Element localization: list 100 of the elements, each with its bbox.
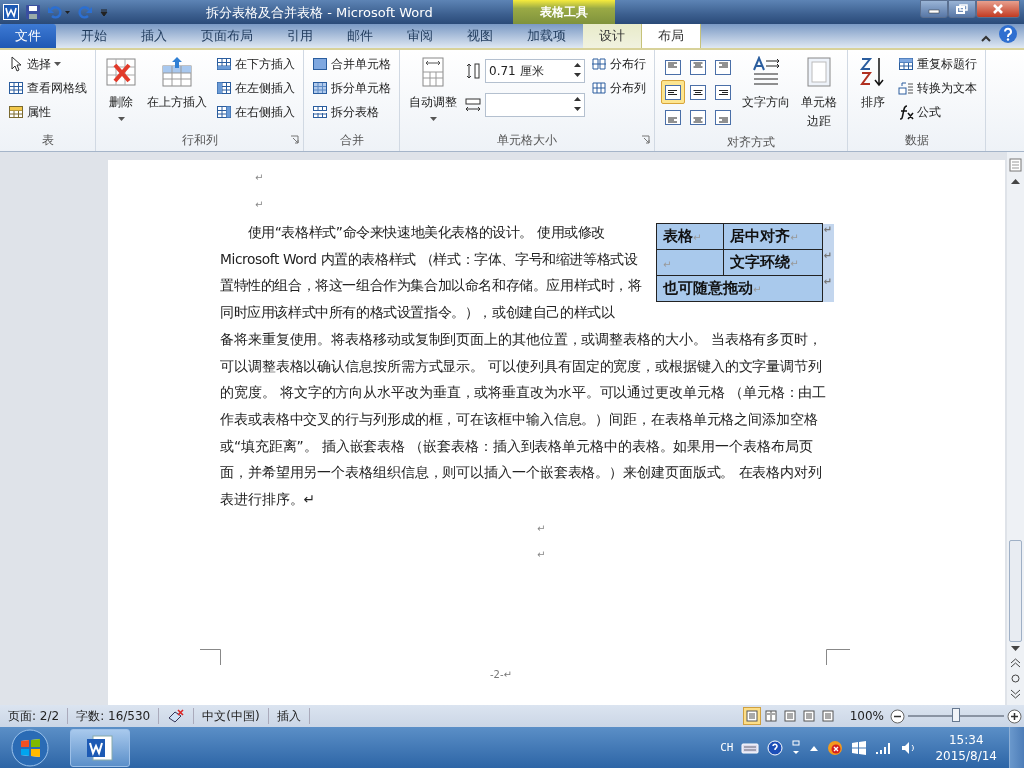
paragraph-mark: ↵ (537, 547, 546, 562)
view-button[interactable] (742, 707, 761, 725)
windows-flag-icon[interactable] (851, 739, 868, 756)
ribbon-tab[interactable]: 加载项 (510, 24, 583, 48)
previous-page-icon[interactable] (1011, 658, 1020, 668)
ribbon-tab[interactable]: 开始 (64, 24, 124, 48)
ribbon-button[interactable]: 转换为文本 (896, 77, 980, 99)
ribbon-button[interactable]: 拆分单元格 (310, 77, 393, 99)
collapse-ribbon-icon[interactable] (980, 34, 992, 44)
button-label: 拆分单元格 (331, 79, 391, 97)
close-button[interactable] (976, 0, 1020, 18)
ribbon-button[interactable]: 重复标题行 (896, 53, 980, 75)
ribbon-large-button[interactable]: 删除 (102, 53, 140, 129)
spin-arrows-icon[interactable] (574, 95, 581, 112)
ribbon-button[interactable]: 分布行 (589, 53, 648, 75)
restore-button[interactable] (948, 0, 976, 18)
ribbon-button[interactable]: 选择 (6, 53, 89, 75)
ribbon-large-button[interactable]: 自动调整 (406, 53, 460, 129)
spin-field[interactable]: 0.71 厘米 (485, 59, 585, 83)
grid-icon (8, 80, 24, 96)
body-paragraph: 备将来重复使用。将表格移动或复制到页面上的其他位置，或调整表格的大小。 当表格有多页时，可以调整表格以确认信息按所需方式显示。 可以使列具有固定的宽度，或根据键入的文字量调节列的宽度。 将文字的方向从水平改为垂直，或将垂直改为水平。可以通过更改单元格 （单元格：由工作表或表格中交叉的行与列形成的框，可在该框中输入信息。）间距，在表格单元格之间添加空格或“填充距离”。 插入嵌套表格 （嵌套表格：插入到表格单元格中的表格。如果用一个表格布局页面，并希望用另一个表格组织信息，则可以插入一个嵌套表格。）来创建页面版式。 在表格内对列表进行排序。↵ (220, 329, 828, 510)
save-icon[interactable] (25, 4, 41, 20)
dialog-launcher-icon[interactable] (641, 135, 650, 144)
ribbon-tab[interactable]: 视图 (450, 24, 510, 48)
group-label: 行和列 (181, 131, 218, 149)
window-title: 拆分表格及合并表格 - Microsoft Word (206, 4, 433, 22)
vertical-scrollbar[interactable] (1007, 152, 1024, 705)
ribbon-button[interactable]: 分布列 (589, 77, 648, 99)
button-label: 在下方插入 (235, 55, 295, 73)
ribbon-button[interactable]: 公式 (896, 101, 980, 123)
text-direction-icon (750, 56, 782, 88)
input-language[interactable]: CH (720, 741, 734, 754)
button-label: 拆分表格 (331, 103, 379, 121)
spin-field[interactable] (485, 93, 585, 117)
ruler-toggle-icon[interactable] (1009, 158, 1022, 172)
button-label: 分布行 (610, 55, 646, 73)
button-label: 查看网格线 (27, 79, 87, 97)
table-cell: ↵ (656, 249, 724, 276)
ribbon-button[interactable]: 合并单元格 (310, 53, 393, 75)
ribbon-button[interactable]: 查看网格线 (6, 77, 89, 99)
ribbon-tab[interactable]: 页面布局 (184, 24, 270, 48)
browse-object-icon[interactable] (1011, 674, 1020, 683)
table-cell: 文字环绕↵ (723, 249, 823, 276)
zoom-out-icon[interactable] (890, 708, 905, 724)
restore-icon (956, 4, 968, 14)
security-alert-icon[interactable] (827, 739, 844, 756)
undo-icon[interactable] (47, 4, 71, 20)
cursor-icon (8, 56, 24, 72)
minimize-button[interactable] (920, 0, 948, 18)
help-icon[interactable] (767, 739, 784, 756)
ribbon-tab[interactable]: 设计 (583, 24, 641, 48)
zoom-in-icon[interactable] (1007, 708, 1022, 724)
keyboard-icon[interactable] (741, 740, 760, 755)
column-right-icon (216, 104, 232, 120)
dialog-launcher-icon[interactable] (290, 135, 299, 144)
zoom-slider-thumb[interactable] (952, 708, 960, 722)
page-count[interactable]: 页面: 2/2 (0, 708, 69, 724)
file-tab[interactable]: 文件 (0, 24, 56, 48)
button-label: 公式 (917, 103, 942, 121)
proofing-icon[interactable] (167, 709, 186, 723)
next-page-icon[interactable] (1011, 689, 1020, 699)
ribbon-tab[interactable]: 布局 (641, 23, 701, 48)
paragraph-mark: ↵ (537, 521, 546, 536)
ribbon-button[interactable]: 属性 (6, 101, 89, 123)
table-insert-above-icon (161, 56, 193, 88)
group-label: 表 (41, 131, 54, 149)
ribbon-button[interactable]: 在右侧插入 (214, 101, 297, 123)
help-icon[interactable] (998, 24, 1018, 44)
ribbon-button[interactable]: 拆分表格 (310, 101, 393, 123)
start-button-icon[interactable] (10, 727, 50, 768)
ribbon-large-button[interactable]: 单元格边距 (797, 53, 842, 135)
align-button[interactable] (661, 80, 685, 104)
scrollbar-thumb[interactable] (1009, 540, 1022, 642)
distribute-rows-icon (591, 56, 607, 72)
button-label: 合并单元格 (331, 55, 391, 73)
scroll-up-icon[interactable] (1011, 178, 1020, 184)
ribbon-button[interactable]: 在左侧插入 (214, 77, 297, 99)
zoom-level[interactable]: 100% (849, 709, 884, 723)
language-bar-options-icon[interactable] (791, 739, 802, 756)
ribbon-tab[interactable]: 审阅 (390, 24, 450, 48)
taskbar-app-button[interactable] (70, 728, 130, 767)
ribbon-large-button[interactable]: 文字方向 (739, 53, 793, 135)
spin-arrows-icon[interactable] (574, 61, 581, 78)
clock-time[interactable]: 15:34 (948, 731, 984, 748)
ribbon-tab[interactable]: 插入 (124, 24, 184, 48)
ribbon-tab[interactable]: 邮件 (330, 24, 390, 48)
table-cell: 也可随意拖动↵ (656, 275, 823, 302)
ribbon-button[interactable]: 在下方插入 (214, 53, 297, 75)
repeat-header-icon (898, 56, 915, 72)
paragraph-mark: ↵ (255, 198, 265, 212)
insert-mode-indicator[interactable]: 插入 (268, 708, 310, 724)
scroll-down-icon[interactable] (1011, 646, 1020, 652)
word-count[interactable]: 字数: 16/530 (68, 708, 160, 724)
word-logo-icon[interactable] (3, 4, 19, 20)
ribbon-large-button[interactable]: 在上方插入 (144, 53, 210, 129)
clock-date[interactable]: 2015/8/14 (935, 747, 997, 764)
ribbon-large-button[interactable]: 排序 (854, 53, 893, 129)
language-indicator[interactable]: 中文(中国) (194, 708, 269, 724)
distribute-columns-icon (591, 80, 607, 96)
ribbon-tab[interactable]: 引用 (270, 24, 330, 48)
